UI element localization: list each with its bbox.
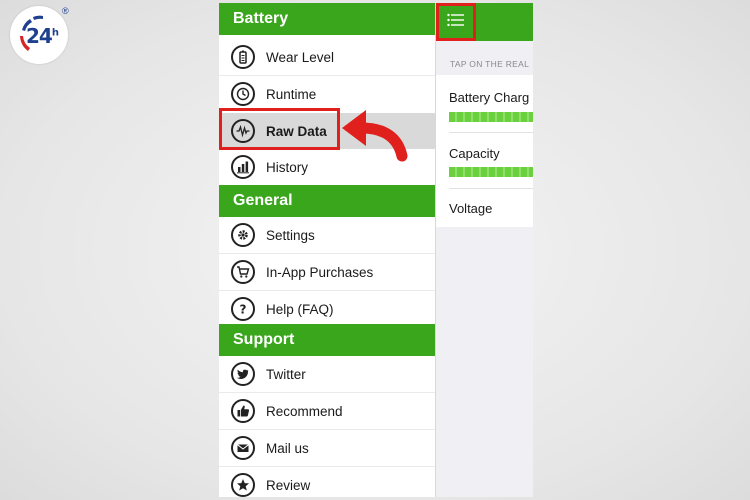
star-icon <box>231 473 255 497</box>
menu-label: Review <box>266 477 311 493</box>
svg-text:?: ? <box>240 303 247 317</box>
mail-icon <box>231 436 255 460</box>
section-header-support: Support <box>219 324 435 356</box>
menu-item-wear-level[interactable]: Wear Level <box>219 39 435 75</box>
bar-chart-icon <box>231 155 255 179</box>
menu-item-recommend[interactable]: Recommend <box>219 393 435 429</box>
menu-label: Mail us <box>266 440 309 456</box>
menu-label: History <box>266 159 309 175</box>
red-arrow-icon <box>342 110 408 162</box>
menu-item-twitter[interactable]: Twitter <box>219 356 435 392</box>
side-menu: Battery Wear Level Runtime Raw Data Hist <box>219 3 436 497</box>
gear-icon <box>231 223 255 247</box>
menu-toggle-button[interactable] <box>436 3 476 41</box>
logo-text: 24h <box>26 24 59 48</box>
menu-label: In-App Purchases <box>266 264 374 280</box>
logo-24h: 24h ® <box>10 6 70 66</box>
list-menu-icon <box>447 13 465 32</box>
section-header-battery: Battery <box>219 3 435 35</box>
thumbs-up-icon <box>231 399 255 423</box>
menu-label: Wear Level <box>266 49 335 65</box>
tap-hint-text: TAP ON THE REAL <box>450 59 530 69</box>
battery-icon <box>231 45 255 69</box>
main-content: TAP ON THE REAL Battery Charg Capacity V… <box>436 3 533 497</box>
twitter-icon <box>231 362 255 386</box>
menu-label: Recommend <box>266 403 343 419</box>
menu-item-settings[interactable]: Settings <box>219 217 435 253</box>
registered-mark: ® <box>62 6 69 16</box>
menu-label: Settings <box>266 227 315 243</box>
menu-label: Help (FAQ) <box>266 301 334 317</box>
top-bar <box>436 3 533 41</box>
section-header-general: General <box>219 185 435 217</box>
battery-charge-bar <box>449 112 533 122</box>
cart-icon <box>231 260 255 284</box>
capacity-bar <box>449 167 533 177</box>
capacity-label[interactable]: Capacity <box>449 146 500 161</box>
menu-item-in-app-purchases[interactable]: In-App Purchases <box>219 254 435 290</box>
menu-item-help-faq[interactable]: ? Help (FAQ) <box>219 291 435 327</box>
phone-screen: Battery Wear Level Runtime Raw Data Hist <box>219 3 533 497</box>
question-icon: ? <box>231 297 255 321</box>
voltage-label[interactable]: Voltage <box>449 201 492 216</box>
divider <box>449 188 533 189</box>
menu-item-mail-us[interactable]: Mail us <box>219 430 435 466</box>
menu-label: Runtime <box>266 86 317 102</box>
menu-label: Twitter <box>266 366 306 382</box>
raw-data-highlight-box <box>219 108 340 150</box>
data-card: Battery Charg Capacity Voltage <box>436 75 533 227</box>
divider <box>449 132 533 133</box>
clock-icon <box>231 82 255 106</box>
menu-item-review[interactable]: Review <box>219 467 435 497</box>
battery-charge-label[interactable]: Battery Charg <box>449 90 529 105</box>
